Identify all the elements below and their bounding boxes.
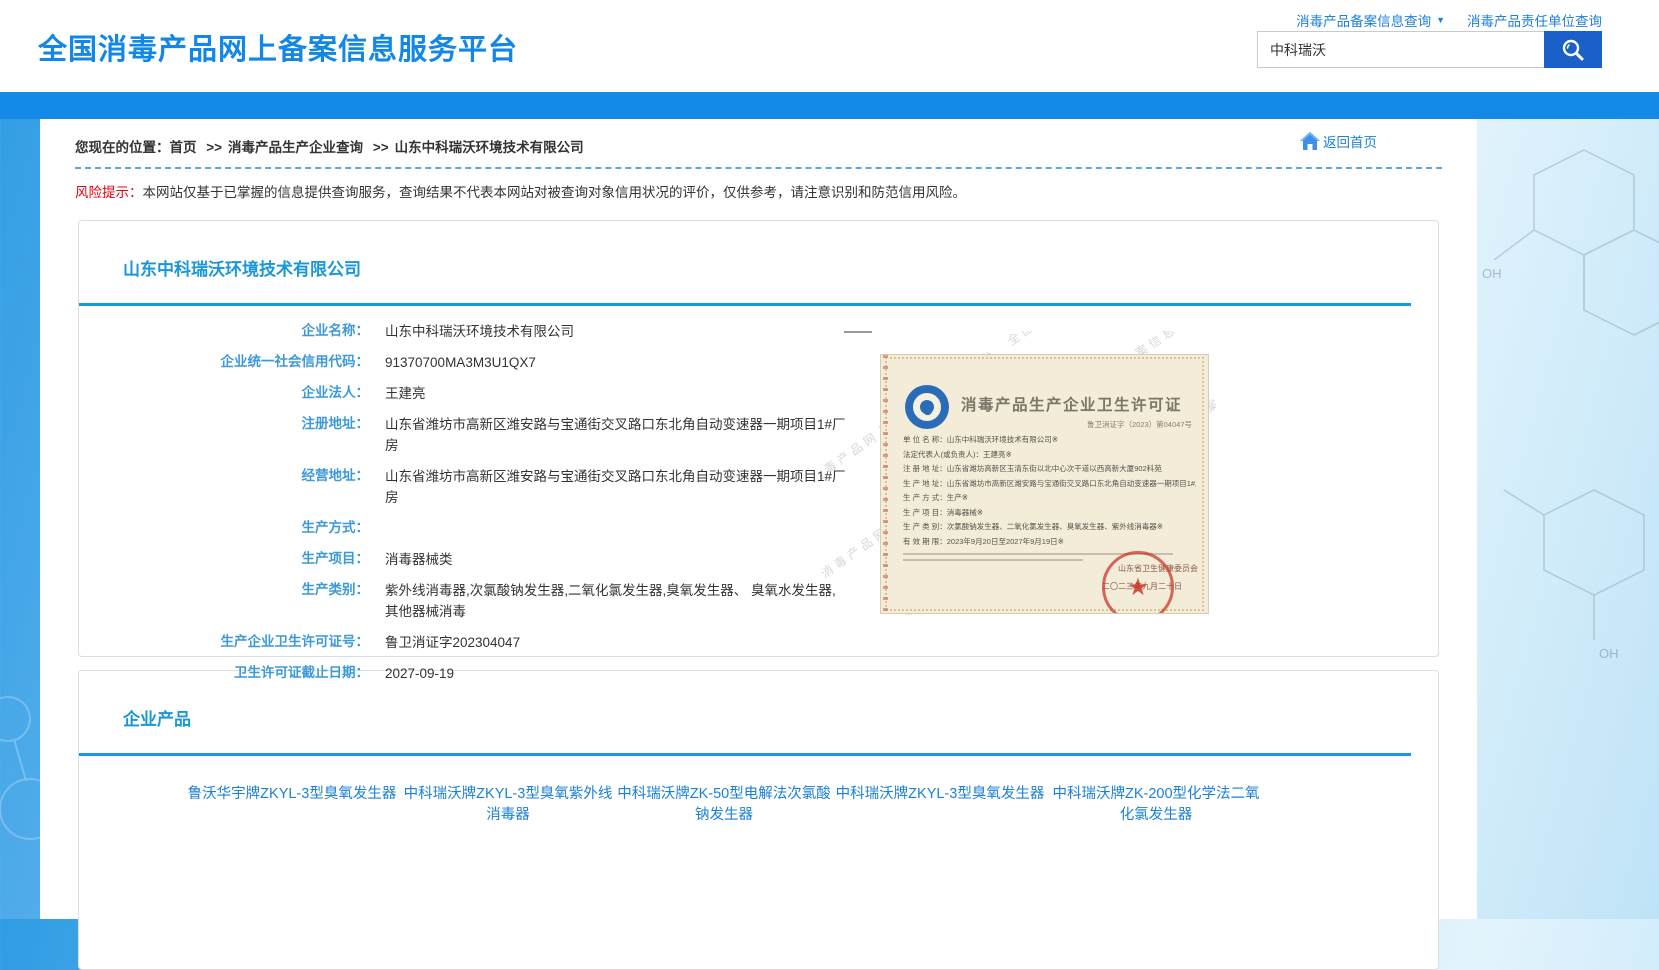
molecule-decoration bbox=[0, 659, 45, 919]
breadcrumb-enterprise-query[interactable]: 消毒产品生产企业查询 bbox=[228, 140, 363, 155]
field-row-company-name: 企业名称： 山东中科瑞沃环境技术有限公司 bbox=[79, 320, 1438, 342]
breadcrumb-prefix: 您现在的位置： bbox=[75, 140, 170, 155]
dashed-divider bbox=[75, 167, 1442, 169]
field-row-production-project: 生产项目： 消毒器械类 bbox=[79, 548, 1438, 570]
search-icon bbox=[1560, 37, 1586, 63]
product-link[interactable]: 中科瑞沃牌ZKYL-3型臭氧发生器 bbox=[832, 784, 1048, 826]
product-link[interactable]: 中科瑞沃牌ZK-200型化学法二氧化氯发生器 bbox=[1048, 784, 1264, 826]
breadcrumb-current: 山东中科瑞沃环境技术有限公司 bbox=[395, 140, 584, 155]
top-nav: 消毒产品备案信息查询 ▼ 消毒产品责任单位查询 bbox=[1296, 10, 1602, 30]
search-bar bbox=[1257, 31, 1602, 68]
breadcrumb-separator: >> bbox=[373, 140, 389, 155]
risk-warning-text: 本网站仅基于已掌握的信息提供查询服务，查询结果不代表本网站对被查询对象信用状况的… bbox=[143, 185, 967, 200]
home-icon bbox=[1299, 131, 1321, 151]
field-row-production-category: 生产类别： 紫外线消毒器,次氯酸钠发生器,二氧化氯发生器,臭氧发生器、 臭氧水发… bbox=[79, 579, 1438, 622]
header: 全国消毒产品网上备案信息服务平台 消毒产品备案信息查询 ▼ 消毒产品责任单位查询 bbox=[0, 0, 1659, 92]
content-panel: 您现在的位置：首页 >> 消毒产品生产企业查询 >> 山东中科瑞沃环境技术有限公司 … bbox=[40, 119, 1477, 919]
search-button[interactable] bbox=[1544, 31, 1602, 68]
field-row-credit-code: 企业统一社会信用代码： 91370700MA3M3U1QX7 bbox=[79, 351, 1438, 373]
svg-text:OH: OH bbox=[1599, 646, 1619, 661]
search-input[interactable] bbox=[1257, 31, 1544, 68]
company-products-card: 企业产品 鲁沃华宇牌ZKYL-3型臭氧发生器 中科瑞沃牌ZKYL-3型臭氧紫外线… bbox=[78, 670, 1439, 970]
product-link[interactable]: 鲁沃华宇牌ZKYL-3型臭氧发生器 bbox=[184, 784, 400, 826]
risk-warning: 风险提示：本网站仅基于已掌握的信息提供查询服务，查询结果不代表本网站对被查询对象… bbox=[75, 184, 1442, 202]
risk-warning-label: 风险提示： bbox=[75, 185, 143, 200]
field-row-production-mode: 生产方式： bbox=[79, 517, 1438, 539]
back-home-link[interactable]: 返回首页 bbox=[1299, 131, 1377, 151]
field-row-registered-address: 注册地址： 山东省潍坊市高新区潍安路与宝通街交叉路口东北角自动变速器一期项目1#… bbox=[79, 413, 1438, 456]
site-title: 全国消毒产品网上备案信息服务平台 bbox=[38, 26, 518, 68]
header-accent-bar bbox=[0, 92, 1659, 119]
nav-responsible-unit-query[interactable]: 消毒产品责任单位查询 bbox=[1467, 10, 1602, 30]
field-row-license-expiry: 卫生许可证截止日期： 2027-09-19 bbox=[79, 662, 1438, 684]
field-row-business-address: 经营地址： 山东省潍坊市高新区潍安路与宝通街交叉路口东北角自动变速器一期项目1#… bbox=[79, 465, 1438, 508]
product-link[interactable]: 中科瑞沃牌ZK-50型电解法次氯酸钠发生器 bbox=[616, 784, 832, 826]
caret-down-icon: ▼ bbox=[1436, 15, 1445, 25]
field-row-legal-person: 企业法人： 王建亮 bbox=[79, 382, 1438, 404]
product-list: 鲁沃华宇牌ZKYL-3型臭氧发生器 中科瑞沃牌ZKYL-3型臭氧紫外线消毒器 中… bbox=[79, 756, 1438, 840]
company-name-title: 山东中科瑞沃环境技术有限公司 bbox=[79, 221, 1438, 280]
company-info-card: 山东中科瑞沃环境技术有限公司 企业名称： 山东中科瑞沃环境技术有限公司 企业统一… bbox=[78, 220, 1439, 657]
breadcrumb: 您现在的位置：首页 >>消毒产品生产企业查询 >>山东中科瑞沃环境技术有限公司 … bbox=[40, 119, 1477, 156]
nav-record-info-query[interactable]: 消毒产品备案信息查询 ▼ bbox=[1296, 10, 1445, 30]
svg-text:OH: OH bbox=[1482, 266, 1502, 281]
product-link[interactable]: 中科瑞沃牌ZKYL-3型臭氧紫外线消毒器 bbox=[400, 784, 616, 826]
breadcrumb-home[interactable]: 首页 bbox=[170, 140, 197, 155]
breadcrumb-separator: >> bbox=[206, 140, 222, 155]
company-fields: 企业名称： 山东中科瑞沃环境技术有限公司 企业统一社会信用代码： 9137070… bbox=[79, 306, 1438, 684]
field-row-license-number: 生产企业卫生许可证号： 鲁卫消证字202304047 bbox=[79, 631, 1438, 653]
chemical-structure-decoration: OH OH bbox=[1474, 110, 1659, 670]
